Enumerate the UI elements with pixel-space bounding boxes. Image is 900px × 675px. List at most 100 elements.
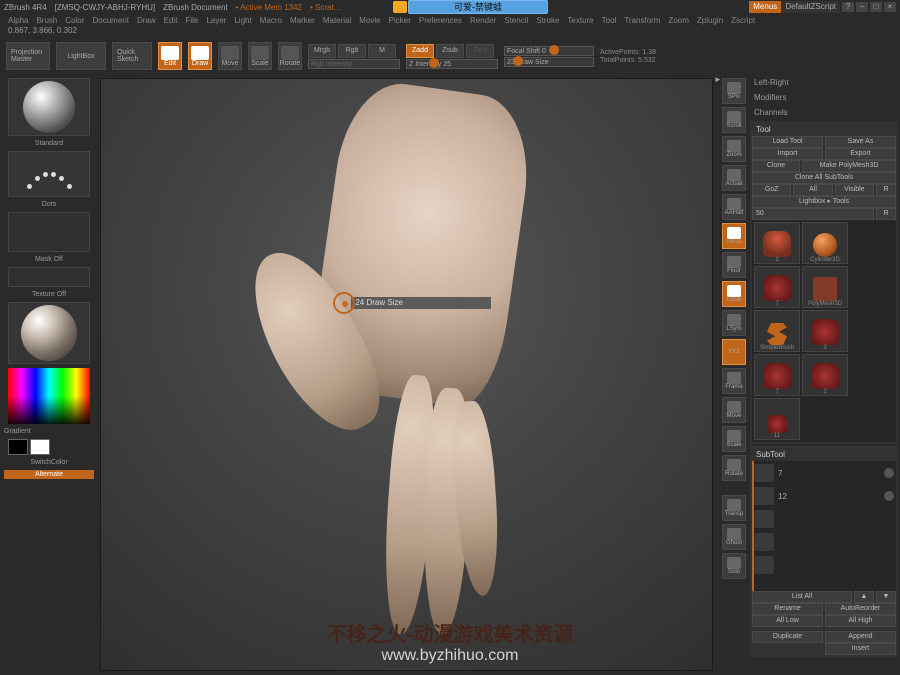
zcut-button[interactable]: Zcut — [466, 44, 494, 58]
menu-item[interactable]: Preferences — [419, 16, 462, 25]
export-button[interactable]: Export — [825, 148, 896, 160]
persp-button[interactable]: Persp — [722, 223, 746, 249]
subtool-item[interactable]: 12 — [754, 486, 894, 506]
menu-item[interactable]: Brush — [36, 16, 57, 25]
zoom-button[interactable]: Zoom — [722, 136, 746, 162]
zadd-button[interactable]: Zadd — [406, 44, 434, 58]
tool-thumb[interactable]: SimpleBrush — [754, 310, 800, 352]
alpha-slot[interactable] — [8, 212, 90, 252]
color-swatch-primary[interactable] — [30, 439, 50, 455]
floor-button[interactable]: Floor — [722, 252, 746, 278]
nav-move-button[interactable]: Move — [722, 397, 746, 423]
menu-item[interactable]: Color — [65, 16, 84, 25]
tool-thumb[interactable]: 2 — [754, 222, 800, 264]
subtool-item[interactable]: 7 — [754, 463, 894, 483]
subtool-header[interactable]: SubTool — [752, 448, 896, 461]
lsym-button[interactable]: LSym — [722, 310, 746, 336]
menu-item[interactable]: Material — [323, 16, 351, 25]
tool-count[interactable]: 50 — [752, 208, 874, 220]
load-tool-button[interactable]: Load Tool — [752, 136, 823, 148]
minimize-icon[interactable]: – — [856, 2, 868, 12]
solo-button[interactable]: Solo — [722, 553, 746, 579]
menu-item[interactable]: Draw — [137, 16, 156, 25]
rgb-intensity-slider[interactable]: Rgb Intensity — [308, 59, 400, 69]
menu-item[interactable]: Edit — [164, 16, 178, 25]
menu-item[interactable]: Layer — [206, 16, 226, 25]
import-button[interactable]: Import — [752, 148, 823, 160]
duplicate-button[interactable]: Duplicate — [752, 631, 823, 643]
tool-thumb[interactable]: 7 — [754, 266, 800, 308]
insert-button[interactable]: Insert — [825, 643, 896, 655]
rotate-button[interactable]: Rotate — [278, 42, 302, 70]
mrgb-button[interactable]: Mrgb — [308, 44, 336, 58]
subtool-item[interactable] — [754, 509, 894, 529]
clone-all-subtools-button[interactable]: Clone All SubTools — [752, 172, 896, 184]
make-polymesh-button[interactable]: Make PolyMesh3D — [802, 160, 896, 172]
actual-button[interactable]: Actual — [722, 165, 746, 191]
focal-shift-slider[interactable]: Focal Shift 0 — [504, 46, 594, 56]
menu-item[interactable]: Marker — [290, 16, 315, 25]
goz-all-button[interactable]: All — [793, 184, 832, 196]
menu-item[interactable]: Transform — [624, 16, 660, 25]
nav-scale-button[interactable]: Scale — [722, 426, 746, 452]
xyz-button[interactable]: XYZ — [722, 339, 746, 365]
append-button[interactable]: Append — [825, 631, 896, 643]
save-as-button[interactable]: Save As — [825, 136, 896, 148]
goz-visible-button[interactable]: Visible — [835, 184, 874, 196]
list-all-button[interactable]: List All — [752, 591, 852, 603]
menu-item[interactable]: Picker — [389, 16, 411, 25]
alternate-button[interactable]: Alternate — [4, 470, 94, 479]
aahalf-button[interactable]: AAHalf — [722, 194, 746, 220]
draw-size-slider[interactable]: 23 Draw Size — [504, 57, 594, 67]
all-low-button[interactable]: All Low — [752, 615, 823, 627]
visibility-icon[interactable] — [884, 468, 894, 478]
projection-master-button[interactable]: Projection Master — [6, 42, 50, 70]
menu-item[interactable]: Texture — [567, 16, 593, 25]
auto-reorder-button[interactable]: AutoReorder — [825, 603, 896, 615]
tool-header[interactable]: Tool — [752, 123, 896, 136]
lightbox-button[interactable]: LightBox — [56, 42, 106, 70]
r-button[interactable]: R — [876, 208, 896, 220]
switch-color-button[interactable]: SwitchColor — [4, 459, 94, 466]
menu-item[interactable]: Alpha — [8, 16, 28, 25]
menu-item[interactable]: File — [185, 16, 198, 25]
ghost-button[interactable]: Ghost — [722, 524, 746, 550]
goz-button[interactable]: GoZ — [752, 184, 791, 196]
menu-item[interactable]: Stencil — [504, 16, 528, 25]
menu-item[interactable]: Zscript — [731, 16, 755, 25]
rename-button[interactable]: Rename — [752, 603, 823, 615]
spix-button[interactable]: SPix — [722, 78, 746, 104]
document-canvas[interactable]: 24 Draw Size — [100, 78, 713, 671]
stroke-slot[interactable] — [8, 151, 90, 197]
gradient-label[interactable]: Gradient — [4, 428, 94, 435]
brush-slot[interactable] — [8, 78, 90, 136]
tool-thumb[interactable]: 7 — [754, 354, 800, 396]
scrollbar[interactable] — [850, 222, 868, 264]
modifiers-header[interactable]: Modifiers — [750, 91, 898, 104]
rgb-button[interactable]: Rgb — [338, 44, 366, 58]
default-zscript-button[interactable]: DefaultZScript — [781, 1, 840, 13]
nav-rotate-button[interactable]: Rotate — [722, 455, 746, 481]
menu-item[interactable]: Movie — [359, 16, 380, 25]
transp-button[interactable]: Transp — [722, 495, 746, 521]
menus-button[interactable]: Menus — [749, 1, 781, 13]
frame-button[interactable]: Frame — [722, 368, 746, 394]
texture-slot[interactable] — [8, 267, 90, 287]
subtool-item[interactable] — [754, 555, 894, 575]
color-swatch-secondary[interactable] — [8, 439, 28, 455]
z-intensity-slider[interactable]: Z Intensity 25 — [406, 59, 498, 69]
tool-thumb[interactable]: 2 — [802, 354, 848, 396]
tool-thumb[interactable]: 11 — [754, 398, 800, 440]
menu-item[interactable]: Light — [234, 16, 251, 25]
scale-button[interactable]: Scale — [248, 42, 272, 70]
maximize-icon[interactable]: □ — [870, 2, 882, 12]
material-slot[interactable] — [8, 302, 90, 364]
color-picker[interactable] — [8, 368, 90, 424]
tool-thumb[interactable]: Cylinder3D — [802, 222, 848, 264]
lightbox-tools-button[interactable]: Lightbox ▸ Tools — [752, 196, 896, 208]
close-icon[interactable]: × — [884, 2, 896, 12]
channels-header[interactable]: Channels — [750, 106, 898, 119]
tool-thumb[interactable]: 3 — [802, 310, 848, 352]
subtool-item[interactable] — [754, 532, 894, 552]
tool-thumb[interactable]: PolyMesh3D — [802, 266, 848, 308]
